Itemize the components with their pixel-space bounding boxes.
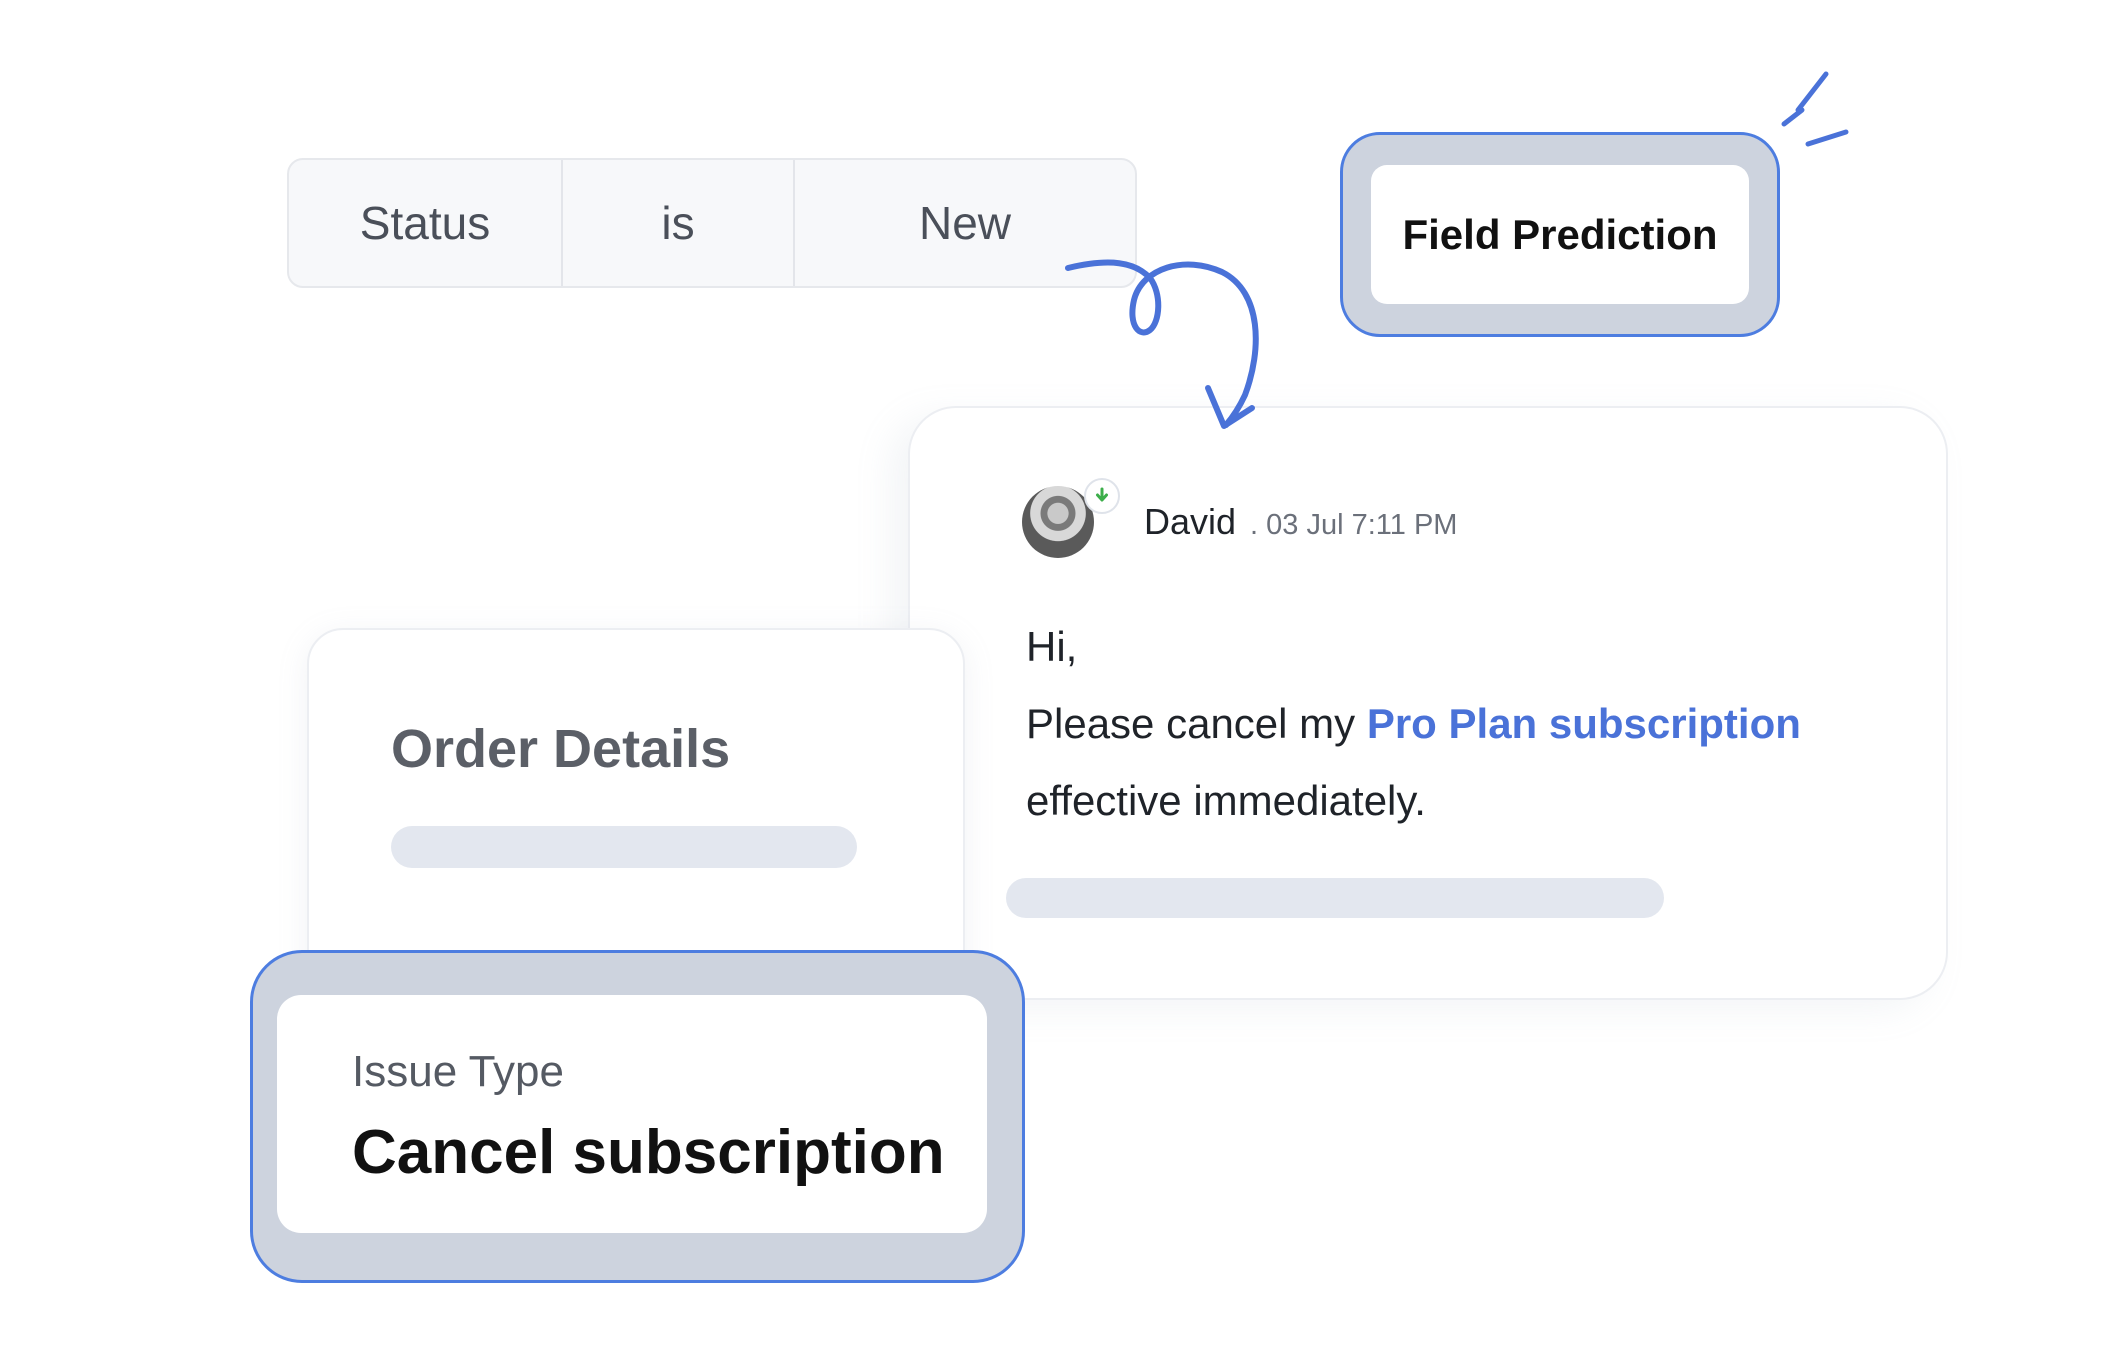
order-placeholder-bar	[391, 826, 857, 868]
field-prediction-badge: Field Prediction	[1340, 132, 1780, 337]
sender-name: David	[1144, 501, 1237, 542]
issue-type-inner: Issue Type Cancel subscription	[277, 995, 987, 1233]
filter-field[interactable]: Status	[289, 160, 563, 286]
message-timestamp: . 03 Jul 7:11 PM	[1250, 508, 1458, 541]
predicted-keyword-highlight: Pro Plan subscription	[1366, 700, 1801, 747]
message-card: David . 03 Jul 7:11 PM Hi, Please cancel…	[908, 406, 1948, 1000]
sparkle-lines-icon	[1781, 71, 1849, 147]
order-details-title: Order Details	[391, 719, 731, 779]
message-header: David . 03 Jul 7:11 PM	[1022, 478, 1458, 558]
message-line-1: Please cancel my Pro Plan subscription	[1026, 685, 1801, 762]
message-greeting: Hi,	[1026, 623, 1078, 670]
issue-type-field[interactable]: Issue Type Cancel subscription	[250, 950, 1025, 1283]
filter-value[interactable]: New	[795, 160, 1135, 286]
message-body: Hi, Please cancel my Pro Plan subscripti…	[1026, 608, 1801, 839]
message-placeholder-bar	[1006, 878, 1664, 918]
user-avatar[interactable]	[1022, 478, 1120, 558]
filter-operator[interactable]: is	[563, 160, 795, 286]
stage: Status is New Field Prediction David . 0…	[0, 0, 2128, 1347]
message-line-2: effective immediately.	[1026, 777, 1426, 824]
issue-type-label: Issue Type	[352, 1047, 564, 1096]
issue-type-value: Cancel subscription	[352, 1118, 945, 1187]
green-arrow-icon	[1084, 478, 1120, 514]
field-prediction-label: Field Prediction	[1371, 165, 1749, 304]
filter-condition-bar[interactable]: Status is New	[287, 158, 1137, 288]
message-line-1-prefix: Please cancel my	[1026, 700, 1367, 747]
